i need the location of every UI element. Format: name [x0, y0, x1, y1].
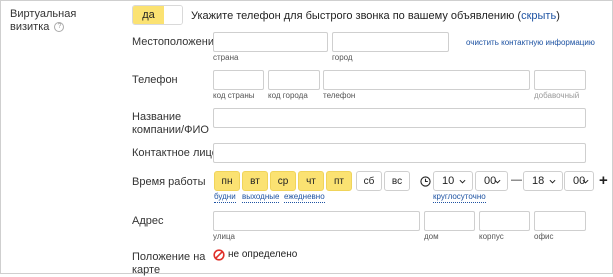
to-hour-value: 18 [532, 175, 545, 187]
toggle-on-label: да [133, 6, 164, 24]
country-code-input[interactable] [213, 70, 264, 90]
street-input[interactable] [213, 211, 420, 231]
hint-close-paren: ) [556, 10, 560, 22]
map-label-line1: Положение на [132, 251, 206, 263]
preset-daily[interactable]: ежедневно [284, 192, 325, 203]
location-label: Местоположение [132, 36, 221, 48]
day-fri[interactable]: пт [326, 171, 352, 191]
hours-label: Время работы [132, 176, 206, 188]
company-label: Название компании/ФИО [132, 111, 209, 137]
city-sublabel: город [332, 53, 353, 62]
building-sublabel: корпус [479, 232, 504, 241]
prohibited-icon [213, 249, 225, 261]
section-title-text: Виртуальная визитка [10, 8, 77, 33]
clear-contacts-link[interactable]: очистить контактную информацию [466, 38, 595, 47]
chevron-down-icon [582, 179, 589, 184]
toggle-off-part [164, 6, 182, 24]
time-range-dash: — [511, 174, 522, 186]
day-sun[interactable]: вс [384, 171, 410, 191]
from-hour-value: 10 [442, 175, 455, 187]
company-label-line2: компании/ФИО [132, 124, 209, 136]
contact-input[interactable] [213, 143, 586, 163]
chevron-down-icon [549, 179, 556, 184]
day-tue[interactable]: вт [242, 171, 268, 191]
clock-icon [420, 176, 431, 187]
chevron-down-icon [459, 179, 466, 184]
section-title: Виртуальная визитка ? [10, 8, 100, 34]
to-minute-select[interactable]: 00 [564, 171, 594, 191]
virtual-card-toggle[interactable]: да [132, 5, 183, 25]
map-label: Положение на карте [132, 251, 205, 277]
map-status: не определено [228, 249, 298, 260]
preset-weekends[interactable]: выходные [242, 192, 280, 203]
hint-text: Укажите телефон для быстрого звонка по в… [191, 10, 560, 22]
country-code-sublabel: код страны [213, 91, 255, 100]
office-input[interactable] [534, 211, 586, 231]
country-input[interactable] [213, 32, 328, 52]
contact-label: Контактное лицо [132, 147, 218, 159]
round-clock-link[interactable]: круглосуточно [433, 192, 486, 203]
phone-number-sublabel: телефон [323, 91, 356, 100]
from-hour-select[interactable]: 10 [433, 171, 473, 191]
city-code-sublabel: код города [268, 91, 308, 100]
to-hour-select[interactable]: 18 [523, 171, 563, 191]
help-icon[interactable]: ? [54, 22, 65, 33]
city-input[interactable] [332, 32, 449, 52]
extension-sublabel: добавочный [534, 91, 580, 100]
day-sat[interactable]: сб [356, 171, 382, 191]
phone-label: Телефон [132, 74, 178, 86]
address-label: Адрес [132, 215, 164, 227]
map-label-line2: карте [132, 264, 161, 276]
street-sublabel: улица [213, 232, 235, 241]
country-sublabel: страна [213, 53, 239, 62]
company-label-line1: Название [132, 111, 182, 123]
city-code-input[interactable] [268, 70, 320, 90]
office-sublabel: офис [534, 232, 554, 241]
from-minute-select[interactable]: 00 [475, 171, 508, 191]
extension-input[interactable] [534, 70, 586, 90]
day-mon[interactable]: пн [214, 171, 240, 191]
day-wed[interactable]: ср [270, 171, 296, 191]
building-input[interactable] [479, 211, 530, 231]
phone-number-input[interactable] [323, 70, 530, 90]
house-input[interactable] [424, 211, 475, 231]
day-thu[interactable]: чт [298, 171, 324, 191]
company-input[interactable] [213, 108, 586, 128]
preset-weekdays[interactable]: будни [214, 192, 236, 203]
virtual-card-form: Виртуальная визитка ? да Укажите телефон… [0, 0, 613, 277]
add-hours-button[interactable]: + [599, 173, 608, 188]
house-sublabel: дом [424, 232, 439, 241]
chevron-down-icon [494, 179, 501, 184]
hide-link[interactable]: скрыть [521, 10, 556, 22]
hint-main: Укажите телефон для быстрого звонка по в… [191, 10, 515, 22]
